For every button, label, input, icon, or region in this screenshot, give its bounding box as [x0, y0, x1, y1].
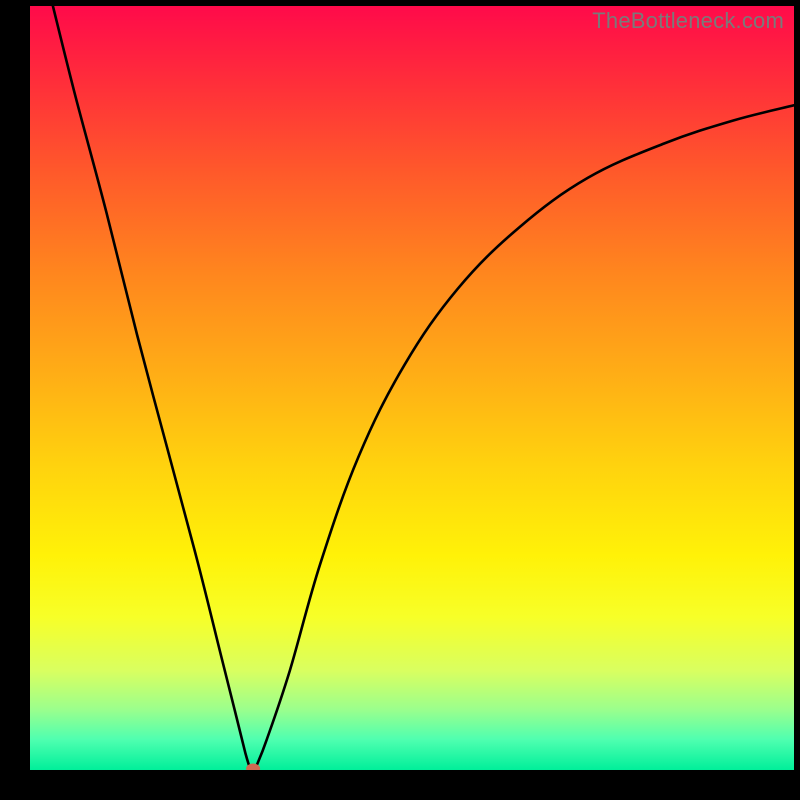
- curve-left-branch: [53, 6, 250, 769]
- plot-area: TheBottleneck.com: [30, 6, 794, 770]
- bottleneck-curve: [30, 6, 794, 770]
- curve-right-branch: [255, 105, 794, 768]
- watermark-text: TheBottleneck.com: [592, 8, 784, 34]
- chart-frame: TheBottleneck.com: [0, 0, 800, 800]
